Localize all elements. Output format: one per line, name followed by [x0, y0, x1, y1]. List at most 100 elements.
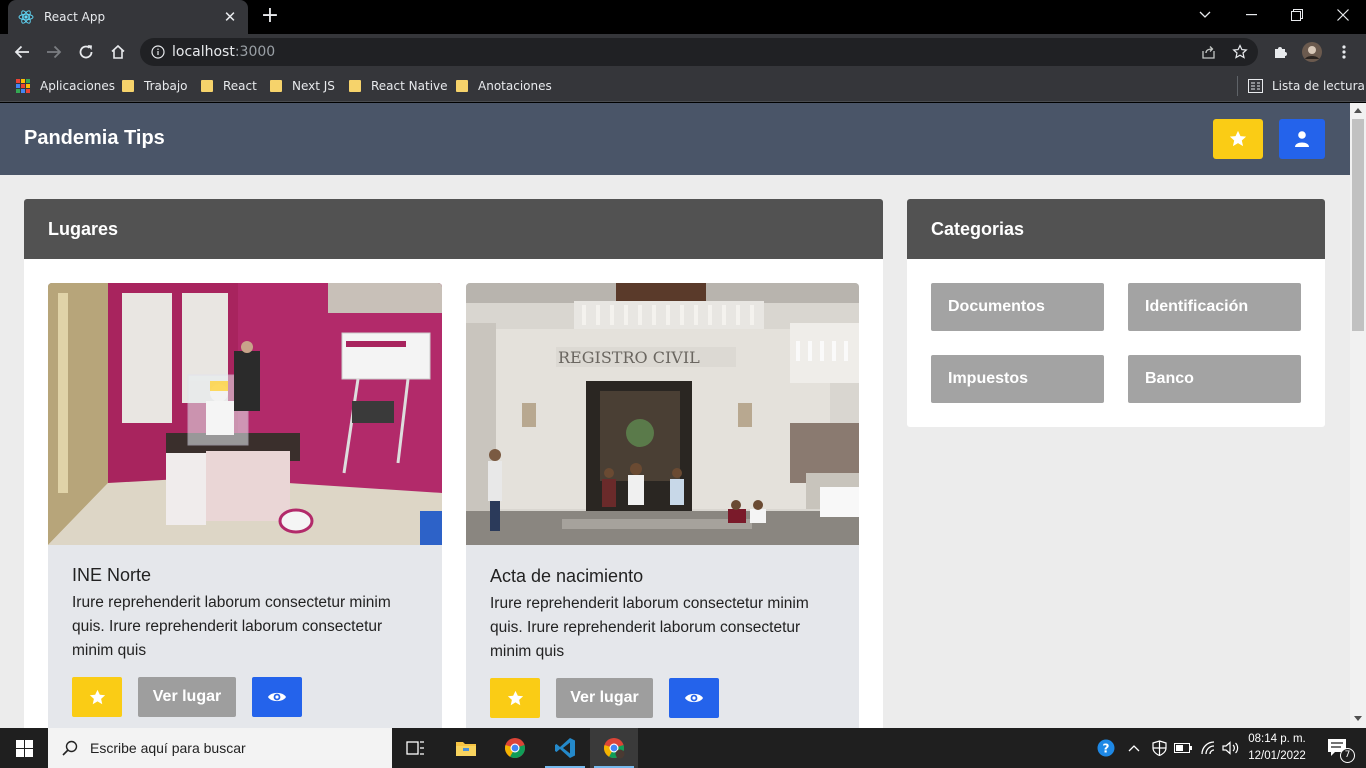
notification-count: 7 [1340, 748, 1355, 763]
add-favorite-button[interactable] [490, 678, 540, 718]
volume-icon[interactable] [1220, 728, 1242, 768]
windows-taskbar: Escribe aquí para buscar ? 08:14 p. m. 1… [0, 728, 1366, 768]
notification-icon: 7 [1327, 738, 1355, 763]
chrome-active-taskbar-button[interactable] [590, 728, 638, 768]
home-button[interactable] [106, 40, 130, 64]
category-banco[interactable]: Banco [1128, 355, 1301, 403]
search-placeholder: Escribe aquí para buscar [90, 740, 246, 756]
folder-icon [349, 80, 361, 92]
chrome-menu-icon[interactable] [1332, 40, 1356, 64]
view-place-button[interactable]: Ver lugar [556, 678, 653, 718]
place-card: REGISTRO CIVIL Acta de nacimiento Irure … [466, 283, 859, 728]
bookmark-anotaciones[interactable]: Anotaciones [456, 76, 552, 96]
bookmarks-bar: Aplicaciones Trabajo React Next JS React… [0, 70, 1366, 102]
notification-center-button[interactable]: 7 [1318, 728, 1358, 768]
address-bar[interactable]: localhost:3000 [140, 38, 1258, 66]
reading-list-label: Lista de lectura [1272, 79, 1365, 93]
bookmark-react-native[interactable]: React Native [349, 76, 448, 96]
url-text: localhost:3000 [172, 44, 275, 60]
category-documentos[interactable]: Documentos [931, 283, 1104, 331]
new-tab-button[interactable]: + [258, 5, 282, 29]
category-identificacion[interactable]: Identificación [1128, 283, 1301, 331]
lugares-panel: Lugares INE Norte Irure reprehenderit la… [24, 199, 883, 728]
user-profile-button[interactable] [1279, 119, 1325, 159]
security-shield-icon[interactable] [1148, 728, 1170, 768]
reading-list-icon [1248, 79, 1263, 93]
bookmark-label: Trabajo [144, 79, 188, 93]
extensions-icon[interactable] [1268, 40, 1292, 64]
favorites-button[interactable] [1213, 119, 1263, 159]
folder-icon [201, 80, 213, 92]
view-place-button[interactable]: Ver lugar [138, 677, 236, 717]
start-button[interactable] [0, 728, 48, 768]
place-title: INE Norte [72, 565, 152, 585]
bookmark-apps[interactable]: Aplicaciones [16, 76, 115, 96]
forward-button[interactable] [42, 40, 66, 64]
lugares-title: Lugares [24, 199, 883, 259]
clock-time: 08:14 p. m. [1248, 733, 1306, 745]
profile-avatar[interactable] [1300, 40, 1324, 64]
reading-list-button[interactable]: Lista de lectura [1248, 76, 1365, 96]
tab-search-icon[interactable] [1182, 0, 1228, 30]
reload-button[interactable] [74, 40, 98, 64]
folder-icon [455, 739, 477, 757]
file-explorer-button[interactable] [442, 728, 490, 768]
category-impuestos[interactable]: Impuestos [931, 355, 1104, 403]
battery-icon[interactable] [1172, 728, 1194, 768]
share-icon[interactable] [1196, 40, 1220, 64]
browser-tab[interactable]: React App ✕ [8, 0, 248, 34]
preview-button[interactable] [669, 678, 719, 718]
eye-icon [267, 690, 287, 704]
add-favorite-button[interactable] [72, 677, 122, 717]
chrome-taskbar-button[interactable] [491, 728, 539, 768]
chrome-icon [504, 737, 526, 759]
bookmark-nextjs[interactable]: Next JS [270, 76, 335, 96]
scroll-up-arrow-icon[interactable] [1354, 108, 1362, 113]
help-tray-icon[interactable]: ? [1094, 728, 1118, 768]
star-icon [507, 690, 524, 707]
minimize-button[interactable] [1228, 0, 1274, 30]
bookmark-label: Anotaciones [478, 79, 552, 93]
restore-button[interactable] [1274, 0, 1320, 30]
task-view-button[interactable] [392, 728, 440, 768]
scroll-thumb[interactable] [1352, 119, 1364, 331]
app-viewport: Pandemia Tips Lugares INE Norte Irure re… [0, 103, 1350, 728]
folder-icon [270, 80, 282, 92]
chrome-icon [603, 737, 625, 759]
bookmark-label: React [223, 79, 257, 93]
wifi-icon[interactable] [1196, 728, 1220, 768]
taskbar-search-input[interactable]: Escribe aquí para buscar [48, 728, 392, 768]
svg-text:REGISTRO CIVIL: REGISTRO CIVIL [558, 348, 700, 367]
close-window-button[interactable] [1320, 0, 1366, 30]
site-info-icon[interactable] [144, 45, 172, 59]
place-photo[interactable]: REGISTRO CIVIL [466, 283, 859, 545]
scroll-down-arrow-icon[interactable] [1354, 716, 1362, 721]
bookmark-label: React Native [371, 79, 448, 93]
browser-toolbar: localhost:3000 [0, 34, 1366, 70]
categorias-title: Categorias [907, 199, 1325, 259]
folder-icon [456, 80, 468, 92]
eye-icon [684, 691, 704, 705]
vscode-taskbar-button[interactable] [541, 728, 589, 768]
task-view-icon [406, 739, 426, 757]
place-description: Irure reprehenderit laborum consectetur … [72, 594, 391, 659]
preview-button[interactable] [252, 677, 302, 717]
page-scrollbar[interactable] [1350, 103, 1366, 728]
apps-grid-icon [16, 79, 30, 93]
taskbar-clock[interactable]: 08:14 p. m. 12/01/2022 [1244, 731, 1310, 765]
place-photo[interactable] [48, 283, 442, 545]
app-navbar: Pandemia Tips [0, 103, 1350, 175]
back-button[interactable] [10, 40, 34, 64]
bookmark-react[interactable]: React [201, 76, 257, 96]
brand-title[interactable]: Pandemia Tips [24, 127, 165, 150]
star-icon [1229, 130, 1247, 148]
search-icon [62, 740, 78, 756]
bookmark-trabajo[interactable]: Trabajo [122, 76, 188, 96]
show-hidden-icons-chevron-icon[interactable] [1124, 728, 1144, 768]
close-tab-icon[interactable]: ✕ [222, 8, 238, 26]
browser-tab-strip: React App ✕ + [0, 0, 1366, 34]
place-card: INE Norte Irure reprehenderit laborum co… [48, 283, 442, 728]
folder-icon [122, 80, 134, 92]
svg-text:?: ? [1103, 742, 1110, 756]
bookmark-star-icon[interactable] [1228, 40, 1252, 64]
